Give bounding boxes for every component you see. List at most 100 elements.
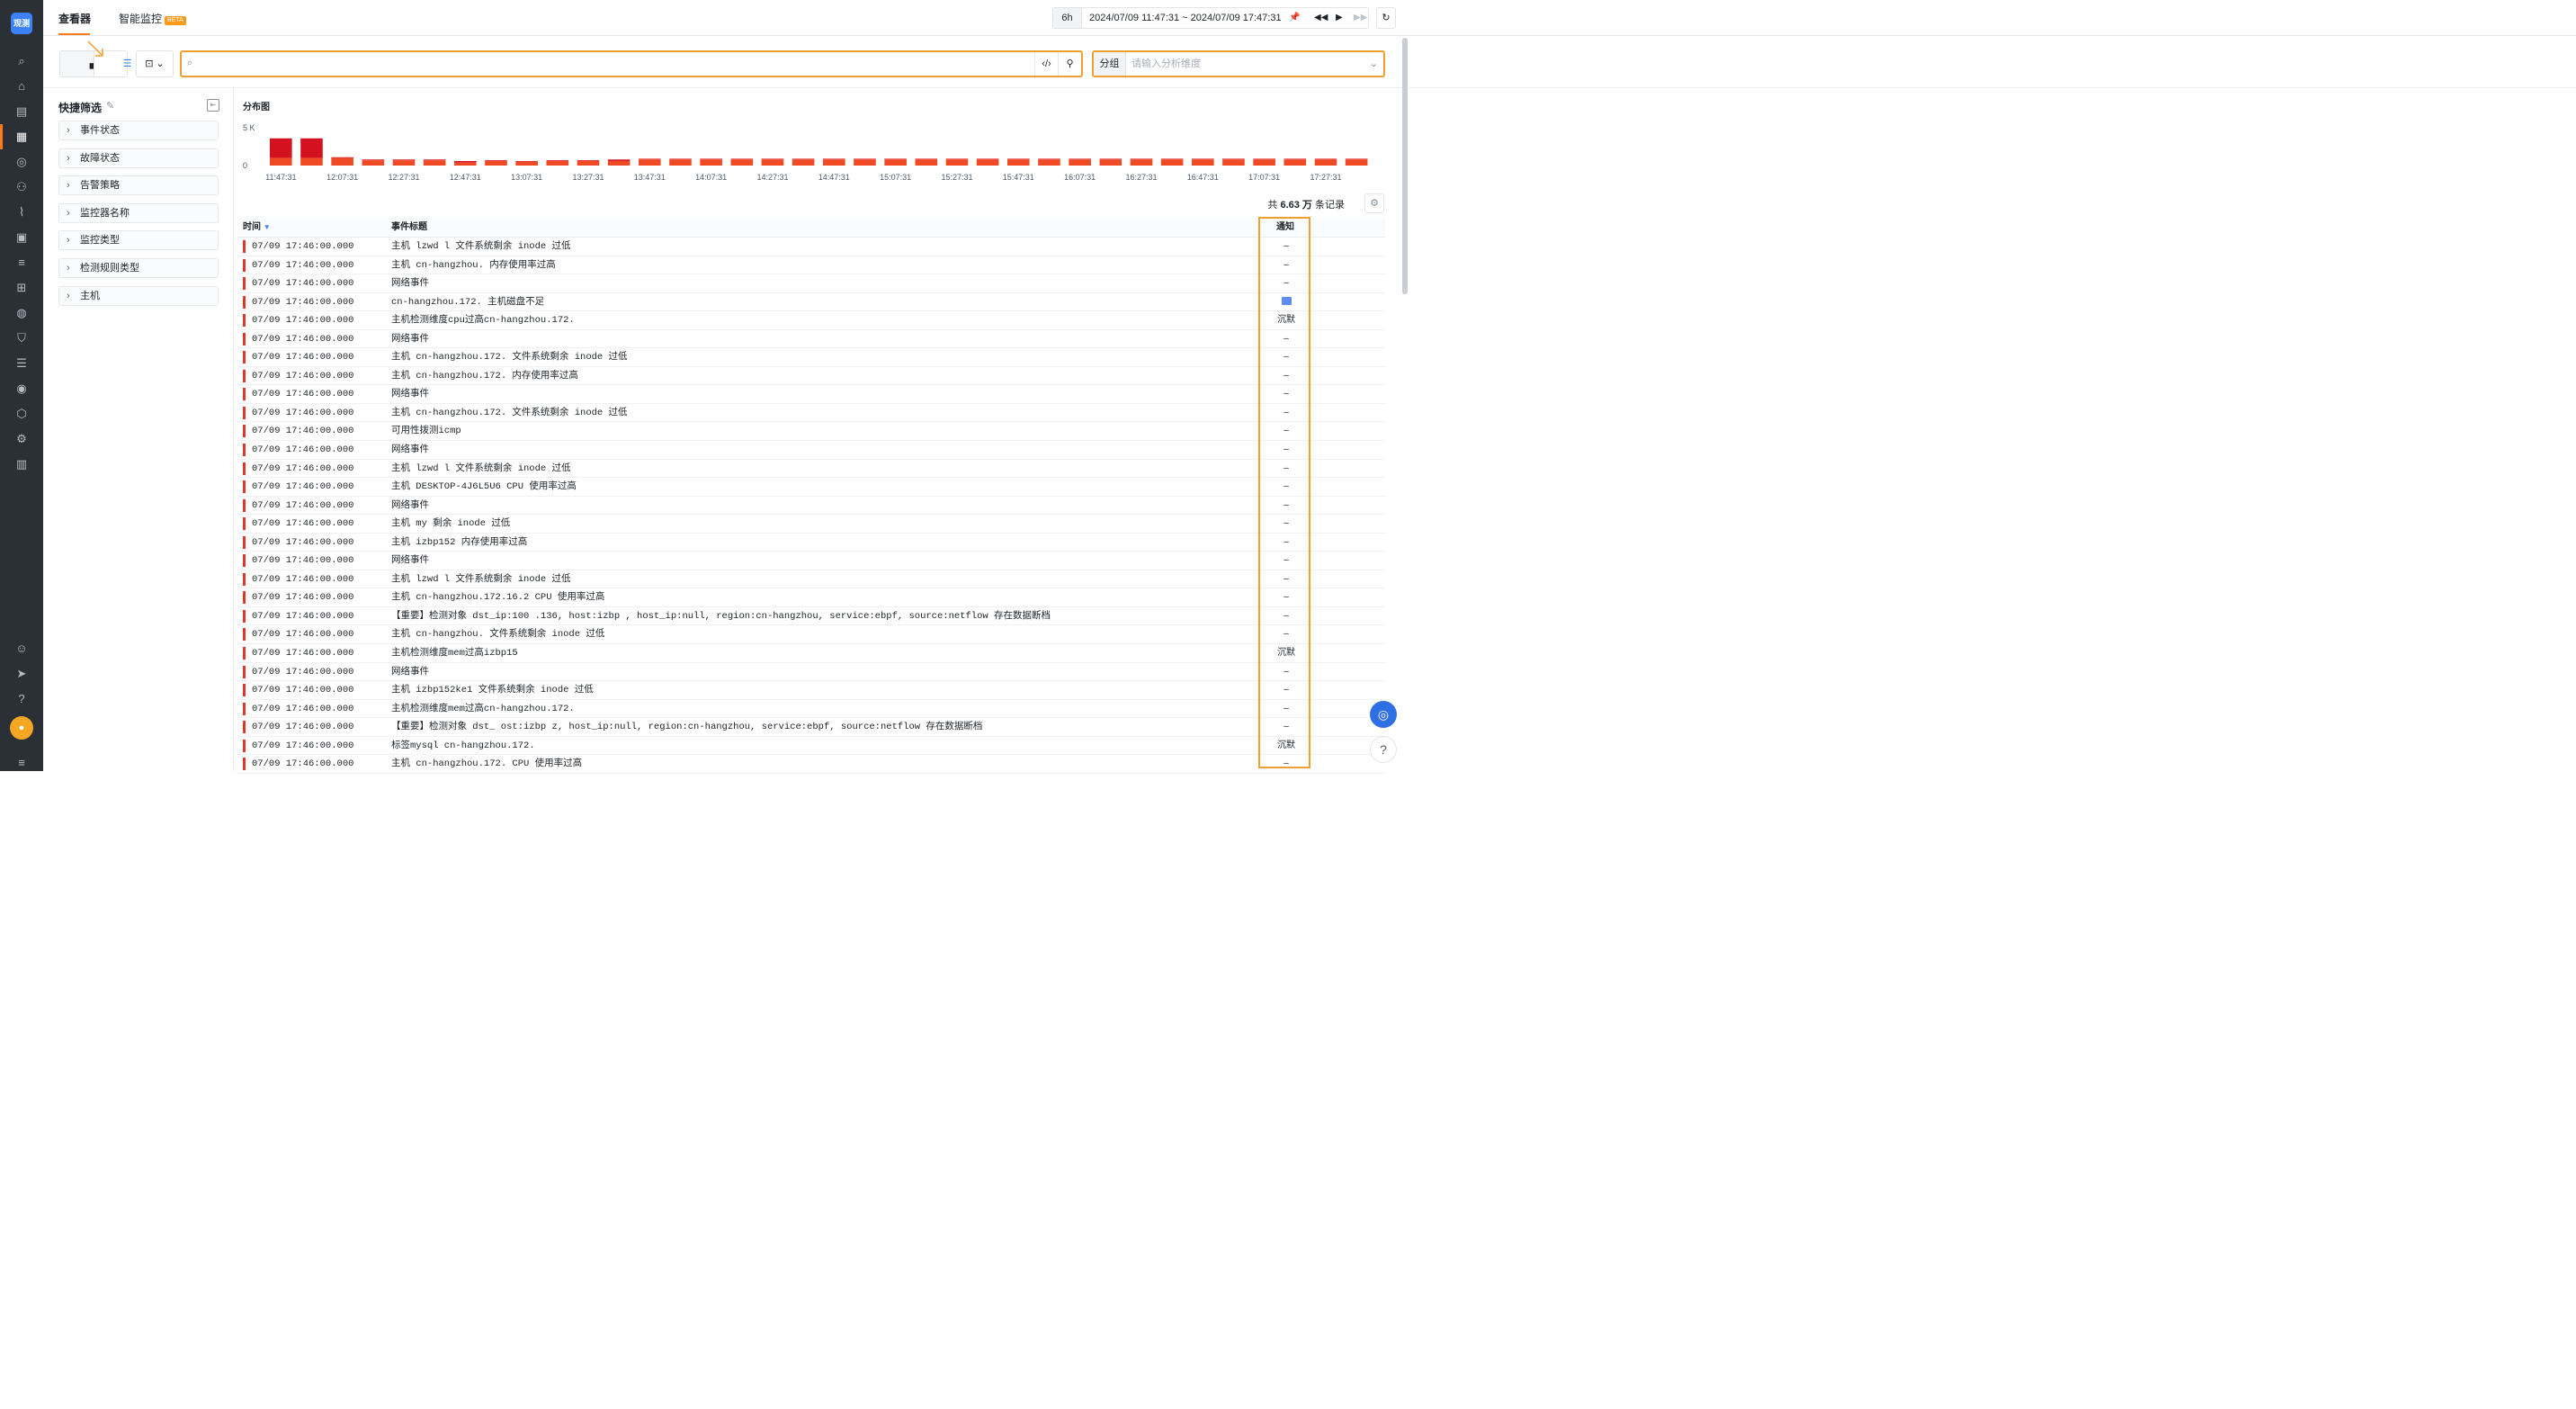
bar-segment-bottom[interactable]: [607, 160, 631, 166]
row-title[interactable]: 网络事件: [391, 385, 429, 403]
rum-icon[interactable]: ◍: [13, 304, 31, 322]
row-title[interactable]: 主机 my 剩余 inode 过低: [391, 515, 510, 533]
edit-icon[interactable]: ✎: [106, 100, 114, 112]
row-title[interactable]: 网络事件: [391, 274, 429, 292]
row-title[interactable]: 主机 cn-hangzhou.172.16.2 CPU 使用率过高: [391, 588, 604, 606]
table-row[interactable]: 07/09 17:46:00.000 网络事件 –: [237, 385, 1385, 404]
table-row[interactable]: 07/09 17:46:00.000 主机 my 剩余 inode 过低 –: [237, 515, 1385, 534]
sort-icon[interactable]: ▼: [264, 223, 271, 231]
help-float-button[interactable]: ?: [1370, 736, 1397, 763]
bar-segment-bottom[interactable]: [577, 160, 600, 166]
bar-segment-top[interactable]: [331, 157, 353, 158]
bar-segment-bottom[interactable]: [792, 159, 815, 166]
filter-item[interactable]: › 故障状态: [58, 148, 219, 168]
bar-segment-bottom[interactable]: [1192, 159, 1214, 166]
time-range-picker[interactable]: 6h 2024/07/09 11:47:31 ~ 2024/07/09 17:4…: [1052, 7, 1369, 29]
row-title[interactable]: 主机检测维度mem过高cn-hangzhou.172.: [391, 700, 575, 718]
table-row[interactable]: 07/09 17:46:00.000 主机 izbp152 内存使用率过高 –: [237, 534, 1385, 552]
bar-segment-bottom[interactable]: [1222, 159, 1245, 166]
table-row[interactable]: 07/09 17:46:00.000 网络事件 –: [237, 441, 1385, 460]
table-row[interactable]: 07/09 17:46:00.000 主机 DESKTOP-4J6L5U6 CPU…: [237, 478, 1385, 497]
row-title[interactable]: 【重要】检测对象 dst_ ost:izbp z, host_ip:null, …: [391, 718, 982, 736]
bar-segment-top[interactable]: [700, 158, 722, 160]
page-scrollbar[interactable]: [1402, 38, 1408, 294]
bar-segment-bottom[interactable]: [700, 159, 722, 166]
row-title[interactable]: 网络事件: [391, 441, 429, 459]
row-title[interactable]: 网络事件: [391, 663, 429, 681]
bar-segment-top[interactable]: [1160, 158, 1184, 160]
saved-views-button[interactable]: ⊡ ⌄: [136, 50, 174, 77]
filter-item[interactable]: › 主机: [58, 285, 219, 306]
bar-segment-bottom[interactable]: [761, 159, 784, 166]
table-row[interactable]: 07/09 17:46:00.000 主机 lzwd l 文件系统剩余 inode…: [237, 238, 1385, 256]
help-icon[interactable]: ?: [13, 690, 31, 708]
column-header-notice[interactable]: 通知: [1276, 218, 1294, 238]
database-icon[interactable]: ☰: [13, 354, 31, 372]
filter-icon[interactable]: ⚲: [1058, 52, 1081, 76]
tab-viewer[interactable]: 查看器: [58, 11, 91, 26]
bar-segment-bottom[interactable]: [1253, 159, 1275, 166]
logs-icon[interactable]: ▣: [13, 229, 31, 247]
bar-segment-top[interactable]: [915, 158, 938, 160]
code-icon[interactable]: ‹/›: [1034, 52, 1058, 76]
bar-segment-top[interactable]: [546, 160, 569, 161]
row-title[interactable]: cn-hangzhou.172. 主机磁盘不足: [391, 293, 544, 311]
bar-segment-top[interactable]: [1038, 158, 1060, 160]
filter-item[interactable]: › 检测规则类型: [58, 258, 219, 278]
table-row[interactable]: 07/09 17:46:00.000 主机 cn-hangzhou.172.16.…: [237, 588, 1385, 607]
column-header-time[interactable]: 时间 ▼: [243, 218, 271, 238]
table-row[interactable]: 07/09 17:46:00.000 主机 izbp152ke1 文件系统剩余 i…: [237, 681, 1385, 700]
bar-segment-top[interactable]: [300, 138, 323, 158]
row-title[interactable]: 网络事件: [391, 497, 429, 515]
bar-segment-bottom[interactable]: [300, 157, 323, 166]
row-title[interactable]: 主机 cn-hangzhou.172. CPU 使用率过高: [391, 755, 582, 773]
table-row[interactable]: 07/09 17:46:00.000 网络事件 –: [237, 274, 1385, 293]
row-title[interactable]: 【重要】检测对象 dst_ip:100 .136, host:izbp , ho…: [391, 607, 1051, 625]
bar-segment-top[interactable]: [639, 158, 661, 160]
row-title[interactable]: 可用性拨测icmp: [391, 422, 461, 440]
row-title[interactable]: 主机 cn-hangzhou. 内存使用率过高: [391, 256, 556, 274]
bar-segment-top[interactable]: [1314, 158, 1337, 160]
analysis-icon[interactable]: ⌇: [13, 203, 31, 221]
table-row[interactable]: 07/09 17:46:00.000 主机 cn-hangzhou. 内存使用率过…: [237, 256, 1385, 275]
synthetic-icon[interactable]: ◉: [13, 380, 31, 398]
bar-segment-top[interactable]: [1069, 158, 1091, 160]
bar-segment-top[interactable]: [854, 158, 876, 160]
bar-segment-bottom[interactable]: [423, 160, 446, 166]
table-row[interactable]: 07/09 17:46:00.000 网络事件 –: [237, 552, 1385, 570]
home-icon[interactable]: ⌂: [13, 77, 31, 95]
bar-segment-top[interactable]: [485, 160, 507, 161]
row-title[interactable]: 主机 lzwd l 文件系统剩余 inode 过低: [391, 460, 571, 478]
row-title[interactable]: 主机 lzwd l 文件系统剩余 inode 过低: [391, 238, 571, 256]
row-title[interactable]: 主机 izbp152 内存使用率过高: [391, 534, 527, 552]
bar-segment-bottom[interactable]: [485, 160, 507, 166]
row-title[interactable]: 主机检测维度cpu过高cn-hangzhou.172.: [391, 311, 575, 329]
refresh-button[interactable]: ↻: [1376, 7, 1396, 29]
table-row[interactable]: 07/09 17:46:00.000 网络事件 –: [237, 663, 1385, 682]
row-title[interactable]: 网络事件: [391, 552, 429, 570]
bar-segment-bottom[interactable]: [1345, 159, 1368, 166]
tab-smart-monitor[interactable]: 智能监控 BETA: [119, 11, 186, 26]
bar-segment-top[interactable]: [1345, 158, 1368, 160]
bar-segment-top[interactable]: [761, 158, 784, 160]
row-title[interactable]: 主机 cn-hangzhou.172. 文件系统剩余 inode 过低: [391, 348, 628, 366]
table-row[interactable]: 07/09 17:46:00.000 网络事件 –: [237, 330, 1385, 349]
bar-segment-bottom[interactable]: [270, 157, 292, 166]
filter-item[interactable]: › 监控器名称: [58, 202, 219, 223]
filter-item[interactable]: › 事件状态: [58, 121, 219, 140]
table-settings-button[interactable]: ⚙: [1364, 193, 1384, 213]
bar-segment-top[interactable]: [577, 160, 600, 161]
bar-segment-bottom[interactable]: [854, 159, 876, 166]
bar-segment-bottom[interactable]: [362, 160, 385, 166]
bar-segment-bottom[interactable]: [546, 160, 569, 166]
apps-icon[interactable]: ⊞: [13, 279, 31, 297]
row-title[interactable]: 主机 lzwd l 文件系统剩余 inode 过低: [391, 570, 571, 588]
pipeline-icon[interactable]: ≡: [13, 254, 31, 272]
cube-icon[interactable]: ⬡: [13, 405, 31, 423]
table-row[interactable]: 07/09 17:46:00.000 主机 cn-hangzhou.172. 文件…: [237, 348, 1385, 367]
group-by-selector[interactable]: 分组 请输入分析维度 ⌄: [1092, 50, 1385, 77]
bar-segment-top[interactable]: [362, 159, 385, 161]
bar-segment-bottom[interactable]: [823, 159, 845, 166]
row-title[interactable]: 网络事件: [391, 330, 429, 348]
table-row[interactable]: 07/09 17:46:00.000 主机 cn-hangzhou.172. 内存…: [237, 367, 1385, 386]
